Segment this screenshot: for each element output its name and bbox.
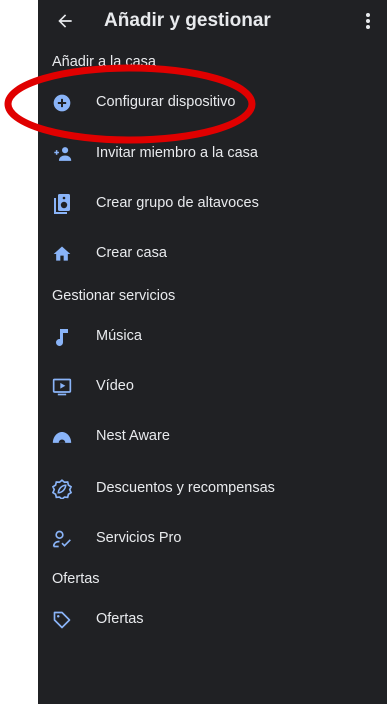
speaker-group-icon: [52, 194, 72, 214]
page-title: Añadir y gestionar: [104, 10, 271, 31]
rewards-icon: [52, 479, 72, 499]
section-header-manage-services: Gestionar servicios: [52, 288, 176, 304]
music-note-icon: [52, 327, 72, 347]
person-add-icon: [52, 144, 72, 164]
menu-item-label: Invitar miembro a la casa: [96, 145, 258, 161]
video-icon: [52, 377, 72, 397]
menu-item-label: Vídeo: [96, 378, 134, 394]
menu-item-discounts-rewards[interactable]: Descuentos y recompensas: [38, 466, 387, 512]
menu-item-create-home[interactable]: Crear casa: [38, 231, 387, 277]
menu-item-label: Nest Aware: [96, 428, 170, 444]
more-options-button[interactable]: [361, 9, 375, 33]
menu-item-invite-member[interactable]: Invitar miembro a la casa: [38, 131, 387, 177]
home-icon: [52, 244, 72, 264]
pro-services-icon: [52, 529, 72, 549]
menu-item-speaker-group[interactable]: Crear grupo de altavoces: [38, 181, 387, 227]
section-header-offers: Ofertas: [52, 571, 100, 587]
menu-item-label: Configurar dispositivo: [96, 94, 236, 110]
menu-item-music[interactable]: Música: [38, 314, 387, 360]
menu-item-label: Música: [96, 328, 142, 344]
menu-item-label: Ofertas: [96, 611, 144, 627]
top-app-bar: Añadir y gestionar: [38, 0, 387, 44]
menu-item-setup-device[interactable]: Configurar dispositivo: [38, 80, 387, 126]
nest-aware-icon: [52, 427, 72, 447]
menu-item-offers[interactable]: Ofertas: [38, 597, 387, 643]
tag-icon: [52, 610, 72, 630]
menu-item-label: Descuentos y recompensas: [96, 480, 275, 496]
menu-item-label: Crear grupo de altavoces: [96, 195, 259, 211]
section-header-add-home: Añadir a la casa: [52, 54, 156, 70]
more-vert-icon: [366, 13, 370, 29]
menu-item-nest-aware[interactable]: Nest Aware: [38, 414, 387, 460]
menu-item-video[interactable]: Vídeo: [38, 364, 387, 410]
add-circle-icon: [52, 93, 72, 113]
menu-item-pro-services[interactable]: Servicios Pro: [38, 516, 387, 562]
menu-item-label: Servicios Pro: [96, 530, 182, 546]
menu-item-label: Crear casa: [96, 245, 167, 261]
back-button[interactable]: [52, 8, 78, 34]
app-screen: Añadir y gestionar Añadir a la casa Conf…: [38, 0, 387, 704]
arrow-back-icon: [58, 14, 72, 28]
